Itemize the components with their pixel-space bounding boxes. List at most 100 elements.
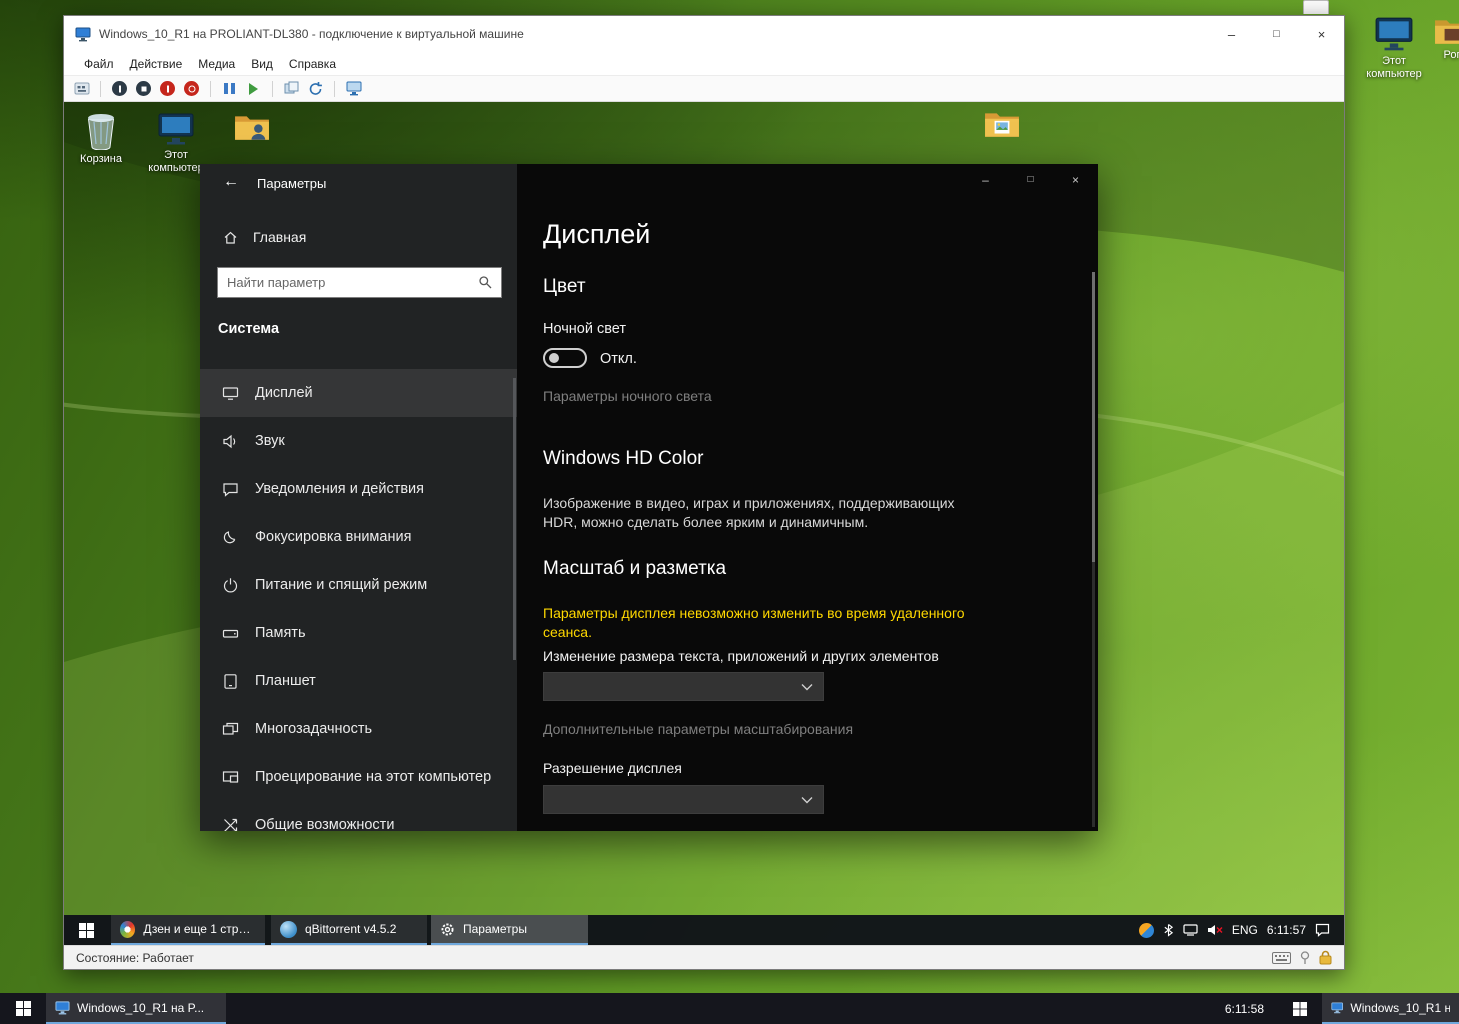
nav-item-shared-experiences[interactable]: Общие возможности xyxy=(200,801,517,831)
host-desktop-icon-partial[interactable]: Рог xyxy=(1420,16,1459,62)
pictures-folder-icon xyxy=(984,108,1020,140)
nav-item-focus-assist[interactable]: Фокусировка внимания xyxy=(200,513,517,561)
volume-muted-icon[interactable] xyxy=(1207,924,1223,936)
host-clock[interactable]: 6:11:58 xyxy=(1211,993,1278,1024)
shut-down-vm-icon[interactable] xyxy=(159,80,176,97)
back-button[interactable]: ← xyxy=(214,170,248,194)
tablet-icon xyxy=(222,673,239,690)
vm-clock[interactable]: 6:11:57 xyxy=(1267,923,1306,937)
action-center-icon[interactable] xyxy=(1315,923,1330,937)
power-sleep-icon xyxy=(222,577,239,594)
vm-screen: Корзина Этот компьютер xyxy=(64,102,1344,945)
vm-start-button[interactable] xyxy=(64,915,109,945)
start-vm-icon[interactable] xyxy=(111,80,128,97)
menu-file[interactable]: Файл xyxy=(76,54,122,74)
toolbar-separator xyxy=(210,81,211,97)
content-scrollbar-thumb[interactable] xyxy=(1092,272,1095,562)
nav-item-display[interactable]: Дисплей xyxy=(200,369,517,417)
minimize-button[interactable]: – xyxy=(1209,16,1254,52)
remote-session-warning: Параметры дисплея невозможно изменить во… xyxy=(543,604,988,642)
vmconnect-titlebar: Windows_10_R1 на PROLIANT-DL380 - подклю… xyxy=(64,16,1344,52)
enhanced-session-icon[interactable] xyxy=(345,80,362,97)
host-taskbar-button-vmconnect-2[interactable]: Windows_10_R1 на P. xyxy=(1322,993,1459,1024)
resolution-dropdown-label: Разрешение дисплея xyxy=(543,760,682,776)
color-section-heading: Цвет xyxy=(543,276,586,298)
menu-view[interactable]: Вид xyxy=(243,54,281,74)
hdr-section-heading: Windows HD Color xyxy=(543,448,703,470)
scale-dropdown[interactable] xyxy=(543,672,824,701)
night-light-settings-link[interactable]: Параметры ночного света xyxy=(543,388,712,404)
resolution-dropdown[interactable] xyxy=(543,785,824,814)
toolbar-separator xyxy=(334,81,335,97)
this-pc-icon xyxy=(157,112,195,146)
settings-maximize-button[interactable]: □ xyxy=(1008,164,1053,195)
save-vm-icon[interactable] xyxy=(183,80,200,97)
vm-state-text: Состояние: Работает xyxy=(76,951,194,965)
maximize-button[interactable]: □ xyxy=(1254,16,1299,52)
page-title: Дисплей xyxy=(543,219,650,250)
revert-icon[interactable] xyxy=(307,80,324,97)
vmconnect-statusbar: Состояние: Работает xyxy=(64,945,1344,969)
vm-desktop-icon-pictures-folder[interactable] xyxy=(966,108,1038,140)
projecting-icon xyxy=(222,769,239,786)
recycle-bin-icon xyxy=(86,112,116,150)
this-pc-icon xyxy=(1374,16,1414,52)
settings-close-button[interactable]: × xyxy=(1053,164,1098,195)
language-indicator[interactable]: ENG xyxy=(1232,923,1258,937)
nav-item-notifications[interactable]: Уведомления и действия xyxy=(200,465,517,513)
pause-vm-icon[interactable] xyxy=(221,80,238,97)
host-desktop: Этот компьютер Рог Windows_10_R1 на PROL… xyxy=(0,0,1459,1024)
vm-desktop-icon-user-folder[interactable] xyxy=(216,112,288,142)
settings-search-box xyxy=(217,267,502,298)
zen-browser-icon xyxy=(120,921,135,938)
settings-section-title: Система xyxy=(218,321,279,337)
sidebar-item-home[interactable]: Главная xyxy=(200,221,517,253)
settings-minimize-button[interactable]: – xyxy=(963,164,1008,195)
nav-item-sound[interactable]: Звук xyxy=(200,417,517,465)
home-icon xyxy=(222,229,239,246)
menu-action[interactable]: Действие xyxy=(122,54,191,74)
menu-media[interactable]: Медиа xyxy=(190,54,243,74)
nav-item-label: Дисплей xyxy=(255,385,313,401)
display-icon xyxy=(222,385,239,402)
taskbar-button-browser[interactable]: Дзен и еще 1 страни... xyxy=(111,915,265,945)
sidebar-scrollbar[interactable] xyxy=(513,378,516,660)
close-button[interactable]: × xyxy=(1299,16,1344,52)
search-input[interactable] xyxy=(218,275,478,290)
nav-item-label: Многозадачность xyxy=(255,721,372,737)
nav-item-tablet[interactable]: Планшет xyxy=(200,657,517,705)
nav-item-power-sleep[interactable]: Питание и спящий режим xyxy=(200,561,517,609)
night-light-toggle[interactable] xyxy=(543,348,587,368)
taskbar-button-qbittorrent[interactable]: qBittorrent v4.5.2 xyxy=(271,915,427,945)
hyperv-window-icon xyxy=(75,26,91,42)
resume-vm-icon[interactable] xyxy=(245,80,262,97)
gear-icon xyxy=(440,922,455,937)
taskbar-button-label: qBittorrent v4.5.2 xyxy=(305,922,396,936)
checkpoint-icon[interactable] xyxy=(283,80,300,97)
nav-item-label: Фокусировка внимания xyxy=(255,529,411,545)
advanced-scaling-link[interactable]: Дополнительные параметры масштабирования xyxy=(543,721,853,737)
windows-logo-icon xyxy=(79,923,94,938)
tray-app-icon[interactable] xyxy=(1139,923,1154,938)
nav-item-multitasking[interactable]: Многозадачность xyxy=(200,705,517,753)
turn-off-vm-icon[interactable] xyxy=(135,80,152,97)
taskbar-button-settings[interactable]: Параметры xyxy=(431,915,588,945)
settings-nav-list: Дисплей Звук Уведомления и действия xyxy=(200,369,517,831)
host-start-button-secondary[interactable] xyxy=(1278,993,1322,1024)
bluetooth-icon[interactable] xyxy=(1163,923,1174,937)
settings-content: – □ × Дисплей Цвет Ночной свет Откл. Пар… xyxy=(517,164,1098,831)
ctrl-alt-del-icon[interactable] xyxy=(73,80,90,97)
search-icon[interactable] xyxy=(478,275,493,290)
windows-logo-icon xyxy=(1293,1002,1307,1016)
night-light-label: Ночной свет xyxy=(543,321,626,337)
menu-help[interactable]: Справка xyxy=(281,54,344,74)
nav-item-storage[interactable]: Память xyxy=(200,609,517,657)
vm-taskbar: Дзен и еще 1 страни... qBittorrent v4.5.… xyxy=(64,915,1344,945)
taskbar-button-label: Параметры xyxy=(463,922,527,936)
host-start-button[interactable] xyxy=(0,993,46,1024)
vm-desktop-icon-recycle-bin[interactable]: Корзина xyxy=(65,112,137,166)
network-icon[interactable] xyxy=(1183,924,1198,936)
nav-item-projecting[interactable]: Проецирование на этот компьютер xyxy=(200,753,517,801)
host-desktop-icon-behind-window[interactable] xyxy=(1303,0,1329,14)
host-taskbar-button-vmconnect[interactable]: Windows_10_R1 на P... xyxy=(46,993,226,1024)
